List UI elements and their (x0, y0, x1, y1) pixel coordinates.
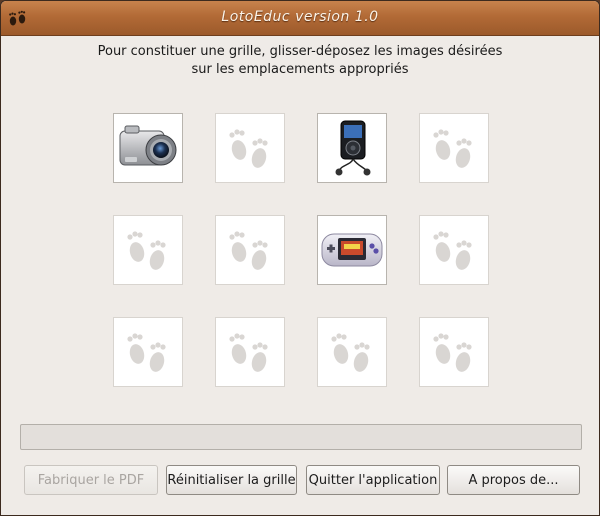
game-console-icon (320, 230, 384, 270)
reset-grid-button[interactable]: Réinitialiser la grille (166, 465, 297, 495)
grid-slot[interactable] (113, 317, 183, 387)
grid-slot[interactable] (419, 317, 489, 387)
footprints-placeholder-icon (426, 222, 482, 278)
instructions-line-2: sur les emplacements appropriés (191, 62, 409, 77)
instructions: Pour constituer une grille, glisser-dépo… (1, 43, 599, 79)
about-button[interactable]: A propos de... (447, 465, 580, 495)
make-pdf-button[interactable]: Fabriquer le PDF (24, 465, 158, 495)
progress-bar (20, 424, 582, 450)
grid-slot[interactable] (113, 113, 183, 183)
footprints-placeholder-icon (426, 120, 482, 176)
quit-button[interactable]: Quitter l'application (306, 465, 440, 495)
grid-slot[interactable] (317, 317, 387, 387)
footprints-placeholder-icon (426, 324, 482, 380)
footprints-placeholder-icon (120, 222, 176, 278)
grid-slot[interactable] (113, 215, 183, 285)
camera-icon (117, 123, 179, 173)
media-player-icon (327, 119, 377, 177)
window-title: LotoEduc version 1.0 (221, 9, 379, 25)
grid-slot[interactable] (317, 113, 387, 183)
grid-slot[interactable] (419, 215, 489, 285)
image-grid (113, 113, 493, 389)
footprints-placeholder-icon (324, 324, 380, 380)
instructions-line-1: Pour constituer une grille, glisser-dépo… (97, 44, 503, 59)
footprints-placeholder-icon (222, 120, 278, 176)
footprints-placeholder-icon (120, 324, 176, 380)
grid-slot[interactable] (215, 113, 285, 183)
grid-slot[interactable] (419, 113, 489, 183)
footprints-placeholder-icon (222, 222, 278, 278)
grid-slot[interactable] (215, 215, 285, 285)
grid-slot[interactable] (317, 215, 387, 285)
main-window: LotoEduc version 1.0 Pour constituer une… (0, 0, 600, 516)
grid-slot[interactable] (215, 317, 285, 387)
title-bar[interactable]: LotoEduc version 1.0 (1, 1, 599, 36)
footprints-placeholder-icon (222, 324, 278, 380)
